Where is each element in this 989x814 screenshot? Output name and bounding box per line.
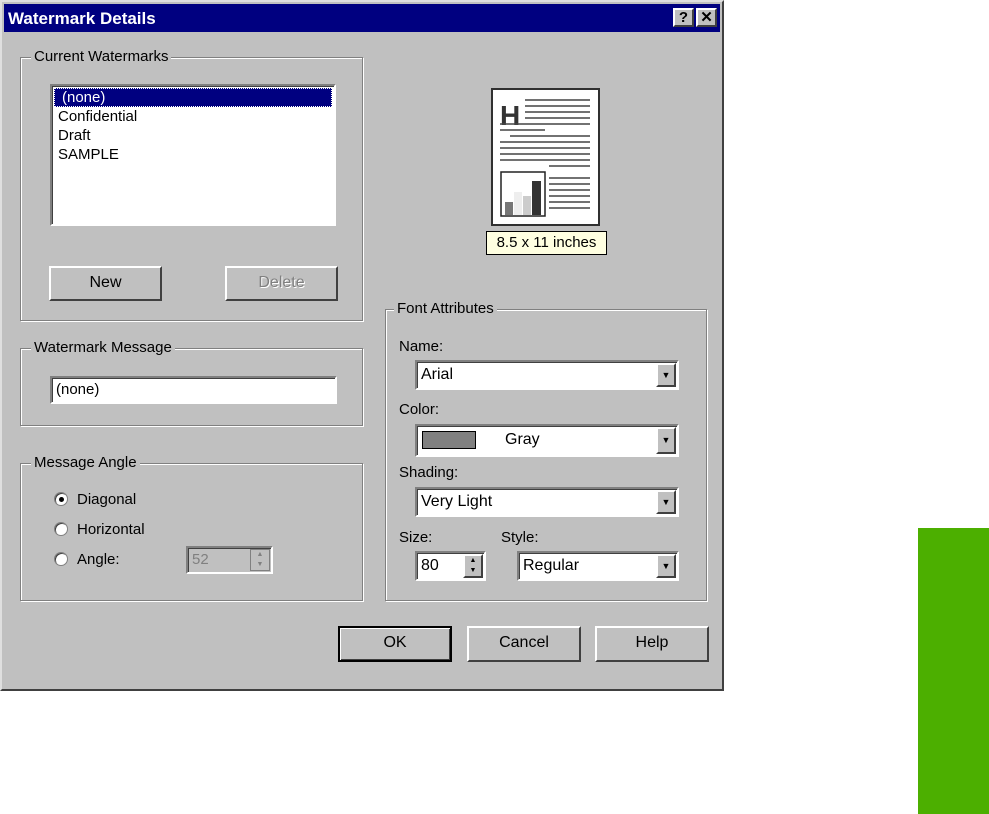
watermark-list-item[interactable]: SAMPLE (54, 145, 332, 164)
watermarks-list[interactable]: (none) Confidential Draft SAMPLE (50, 84, 336, 226)
style-select[interactable]: Regular ▼ (517, 551, 679, 581)
color-label: Color: (399, 401, 440, 418)
chevron-down-icon[interactable]: ▼ (656, 554, 676, 578)
message-angle-label: Message Angle (31, 454, 140, 471)
chevron-down-icon[interactable]: ▼ (656, 427, 676, 454)
cancel-label: Cancel (499, 634, 549, 651)
watermark-list-item[interactable]: (none) (54, 88, 332, 107)
help-label: Help (635, 634, 669, 651)
close-icon[interactable]: ✕ (696, 8, 717, 27)
watermark-message-label: Watermark Message (31, 339, 175, 356)
watermark-message-input[interactable]: (none) (50, 376, 337, 404)
current-watermarks-label: Current Watermarks (31, 48, 172, 65)
angle-spinner: 52 ▲ ▼ (186, 546, 273, 574)
chevron-down-icon[interactable]: ▼ (656, 490, 676, 514)
svg-text:H: H (500, 100, 520, 131)
font-name-select[interactable]: Arial ▼ (415, 360, 679, 390)
horizontal-label: Horizontal (77, 521, 145, 538)
font-attributes-label: Font Attributes (394, 300, 497, 317)
delete-button[interactable]: Delete (225, 266, 338, 301)
size-spinner[interactable]: 80 ▲ ▼ (415, 551, 486, 581)
diagonal-radio[interactable] (54, 492, 68, 506)
watermark-list-item[interactable]: Confidential (54, 107, 332, 126)
font-attributes-group: Font Attributes Name: Arial ▼ Color: Gray… (385, 300, 707, 601)
new-label: New (89, 274, 122, 291)
shading-label: Shading: (399, 464, 459, 481)
shading-value: Very Light (421, 493, 493, 510)
page-preview-icon: H (500, 99, 590, 217)
diagonal-label: Diagonal (77, 491, 137, 508)
dialog-title: Watermark Details (8, 9, 156, 28)
angle-radio[interactable] (54, 552, 68, 566)
font-color-value: Gray (505, 431, 540, 448)
shading-select[interactable]: Very Light ▼ (415, 487, 679, 517)
style-value: Regular (523, 557, 580, 574)
delete-label: Delete (258, 274, 305, 291)
page-preview: H (491, 88, 600, 226)
chevron-down-icon[interactable]: ▼ (656, 363, 676, 387)
horizontal-radio[interactable] (54, 522, 68, 536)
spinner-arrows-icon: ▲ ▼ (250, 549, 270, 571)
angle-label: Angle: (77, 551, 120, 568)
spinner-arrows-icon[interactable]: ▲ ▼ (463, 554, 483, 578)
new-button[interactable]: New (49, 266, 162, 301)
ok-label: OK (383, 634, 407, 651)
paper-size-tooltip: 8.5 x 11 inches (486, 231, 607, 255)
message-angle-group: Message Angle Diagonal Horizontal Angle:… (20, 454, 363, 601)
style-label: Style: (501, 529, 539, 546)
current-watermarks-group: Current Watermarks (none) Confidential Dra… (20, 48, 363, 321)
color-swatch (422, 431, 476, 449)
watermark-list-item[interactable]: Draft (54, 126, 332, 145)
font-color-select[interactable]: Gray ▼ (415, 424, 679, 457)
angle-value: 52 (192, 551, 209, 568)
watermark-message-group: Watermark Message (none) (20, 339, 363, 426)
ok-button[interactable]: OK (338, 626, 452, 662)
title-bar: Watermark Details ? ✕ (4, 4, 720, 32)
size-label: Size: (399, 529, 433, 546)
help-icon[interactable]: ? (673, 8, 694, 27)
page-tab-marker (918, 528, 989, 814)
font-name-value: Arial (421, 366, 454, 383)
watermark-details-dialog: Watermark Details ? ✕ Current Watermarks… (0, 0, 724, 691)
size-value: 80 (421, 557, 439, 574)
help-button[interactable]: Help (595, 626, 709, 662)
cancel-button[interactable]: Cancel (467, 626, 581, 662)
name-label: Name: (399, 338, 444, 355)
